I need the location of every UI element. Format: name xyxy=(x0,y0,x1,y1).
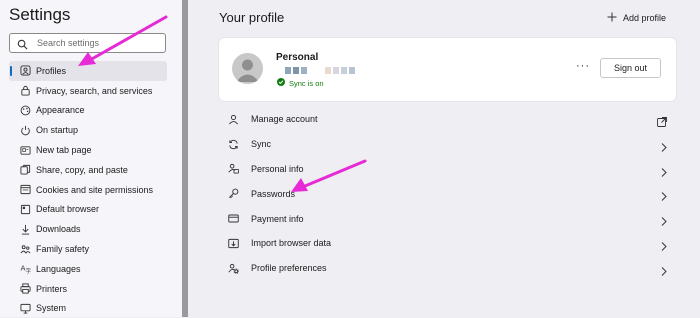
sidebar-item-system[interactable]: System xyxy=(9,299,167,318)
sidebar-item-label: Appearance xyxy=(36,105,85,116)
sidebar-item-cookies[interactable]: Cookies and site permissions xyxy=(9,180,167,200)
search-icon xyxy=(17,37,28,55)
sidebar-item-family-safety[interactable]: Family safety xyxy=(9,239,167,259)
option-label: Profile preferences xyxy=(251,263,327,274)
sidebar-item-label: On startup xyxy=(36,125,79,136)
sidebar-item-downloads[interactable]: Downloads xyxy=(9,219,167,239)
appearance-icon xyxy=(19,104,31,116)
sidebar-item-appearance[interactable]: Appearance xyxy=(9,101,167,121)
profile-preferences-row[interactable]: Profile preferences xyxy=(219,256,676,281)
passwords-row[interactable]: Passwords xyxy=(219,181,676,206)
sync-status-label: Sync is on xyxy=(289,78,324,88)
import-icon xyxy=(227,237,239,249)
sidebar-item-profiles[interactable]: Profiles xyxy=(9,61,167,81)
option-label: Import browser data xyxy=(251,238,332,249)
option-label: Passwords xyxy=(251,188,296,199)
option-label: Manage account xyxy=(251,114,318,125)
sidebar-item-label: Default browser xyxy=(36,204,100,215)
personal-info-icon xyxy=(227,163,239,175)
redacted-email xyxy=(285,67,355,74)
profile-card: Personal Sync is on ··· Sign out xyxy=(219,38,676,101)
search-placeholder: Search settings xyxy=(37,38,100,48)
lock-icon xyxy=(19,85,31,97)
sidebar-item-label: Family safety xyxy=(36,244,90,255)
settings-title: Settings xyxy=(9,5,71,24)
sync-check-icon xyxy=(277,78,285,88)
profile-name: Personal xyxy=(276,52,319,63)
sidebar-item-label: New tab page xyxy=(36,145,92,156)
cookies-icon xyxy=(19,184,31,196)
sidebar-item-share-copy-paste[interactable]: Share, copy, and paste xyxy=(9,160,167,180)
sidebar-item-label: Privacy, search, and services xyxy=(36,85,153,96)
search-input[interactable]: Search settings xyxy=(9,33,166,53)
chevron-right-icon xyxy=(661,263,667,281)
profile-preferences-icon xyxy=(227,262,239,274)
new-tab-icon xyxy=(19,144,31,156)
system-icon xyxy=(19,302,31,314)
sidebar-item-label: Languages xyxy=(36,263,81,274)
sidebar-item-label: Downloads xyxy=(36,224,81,235)
svg-text:字: 字 xyxy=(25,267,31,274)
sync-icon xyxy=(227,138,239,150)
profile-options-list: Manage account Sync Personal info Passwo… xyxy=(219,107,676,281)
sync-row[interactable]: Sync xyxy=(219,132,676,157)
sidebar-item-new-tab-page[interactable]: New tab page xyxy=(9,140,167,160)
settings-nav: Profiles Privacy, search, and services A… xyxy=(9,61,167,318)
option-label: Payment info xyxy=(251,213,304,224)
chevron-right-icon xyxy=(661,213,667,231)
sidebar-item-label: Printers xyxy=(36,283,68,294)
option-label: Personal info xyxy=(251,163,304,174)
chevron-right-icon xyxy=(661,188,667,206)
import-browser-data-row[interactable]: Import browser data xyxy=(219,231,676,256)
plus-icon xyxy=(607,12,617,24)
chevron-right-icon xyxy=(661,139,667,157)
add-profile-label: Add profile xyxy=(623,13,667,23)
sidebar-item-label: System xyxy=(36,303,67,314)
sidebar-item-languages[interactable]: A字 Languages xyxy=(9,259,167,279)
external-link-icon xyxy=(657,114,667,132)
profile-icon xyxy=(19,65,31,77)
sidebar-item-on-startup[interactable]: On startup xyxy=(9,120,167,140)
page-title: Your profile xyxy=(219,10,285,25)
sidebar-item-label: Share, copy, and paste xyxy=(36,164,128,175)
printer-icon xyxy=(19,283,31,295)
sidebar-item-label: Profiles xyxy=(36,65,67,76)
avatar xyxy=(232,53,263,84)
pane-divider[interactable] xyxy=(182,0,188,317)
download-icon xyxy=(19,223,31,235)
sync-status: Sync is on xyxy=(277,78,324,88)
sidebar-item-default-browser[interactable]: Default browser xyxy=(9,200,167,220)
option-label: Sync xyxy=(251,139,272,150)
manage-account-row[interactable]: Manage account xyxy=(219,107,676,132)
personal-info-row[interactable]: Personal info xyxy=(219,157,676,182)
sidebar: Settings Search settings Profiles Privac… xyxy=(0,0,182,317)
more-options-button[interactable]: ··· xyxy=(576,60,590,72)
payment-info-row[interactable]: Payment info xyxy=(219,206,676,231)
person-icon xyxy=(227,113,239,125)
sidebar-item-printers[interactable]: Printers xyxy=(9,279,167,299)
sidebar-item-privacy[interactable]: Privacy, search, and services xyxy=(9,81,167,101)
share-icon xyxy=(19,164,31,176)
add-profile-button[interactable]: Add profile xyxy=(607,12,666,24)
card-icon xyxy=(227,213,239,225)
browser-icon xyxy=(19,203,31,215)
chevron-right-icon xyxy=(661,164,667,182)
sidebar-item-label: Cookies and site permissions xyxy=(36,184,154,195)
language-icon: A字 xyxy=(19,263,31,275)
chevron-right-icon xyxy=(661,238,667,256)
power-icon xyxy=(19,124,31,136)
sign-out-button[interactable]: Sign out xyxy=(600,58,661,78)
family-icon xyxy=(19,243,31,255)
key-icon xyxy=(227,188,239,200)
